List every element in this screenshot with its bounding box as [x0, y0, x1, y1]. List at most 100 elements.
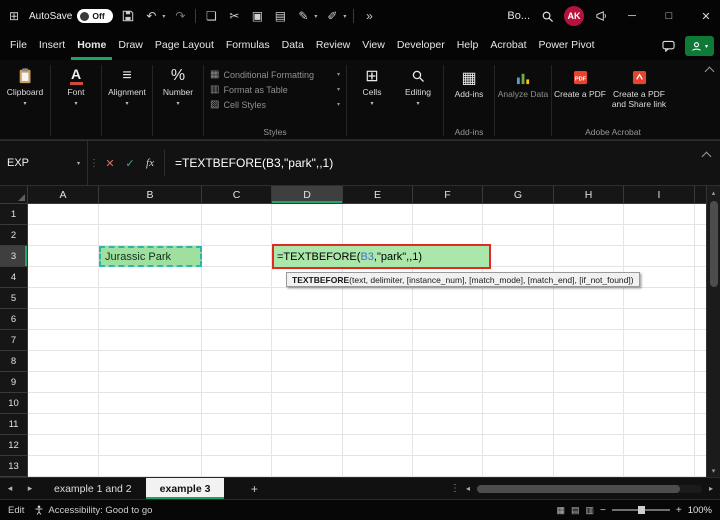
- cell-B6[interactable]: [99, 309, 202, 330]
- row-header-3[interactable]: 3: [0, 246, 28, 267]
- cell-B4[interactable]: [99, 267, 202, 288]
- cell-H9[interactable]: [554, 372, 624, 393]
- pen-icon[interactable]: ✎: [295, 9, 311, 23]
- cell-C7[interactable]: [202, 330, 272, 351]
- cell-B11[interactable]: [99, 414, 202, 435]
- formula-bar-grip-icon[interactable]: ⋮: [88, 158, 100, 169]
- cell-G10[interactable]: [483, 393, 554, 414]
- cell-C11[interactable]: [202, 414, 272, 435]
- cell-H1[interactable]: [554, 204, 624, 225]
- cell-H13[interactable]: [554, 456, 624, 477]
- zoom-slider[interactable]: [611, 506, 670, 514]
- cell-G12[interactable]: [483, 435, 554, 456]
- cell-E9[interactable]: [343, 372, 413, 393]
- vertical-scrollbar-thumb[interactable]: [709, 201, 718, 287]
- tab-acrobat[interactable]: Acrobat: [484, 32, 532, 60]
- cell-C10[interactable]: [202, 393, 272, 414]
- cell-A2[interactable]: [28, 225, 99, 246]
- cell-G2[interactable]: [483, 225, 554, 246]
- tab-help[interactable]: Help: [451, 32, 485, 60]
- scroll-up-icon[interactable]: ▴: [712, 186, 716, 199]
- search-icon[interactable]: [539, 10, 555, 23]
- cell-G13[interactable]: [483, 456, 554, 477]
- save-icon[interactable]: [120, 10, 136, 22]
- comments-icon[interactable]: [661, 40, 677, 52]
- zoom-out-icon[interactable]: −: [600, 505, 606, 516]
- cell-C2[interactable]: [202, 225, 272, 246]
- cell-D12[interactable]: [272, 435, 343, 456]
- cell-G5[interactable]: [483, 288, 554, 309]
- cell-B10[interactable]: [99, 393, 202, 414]
- cell-B8[interactable]: [99, 351, 202, 372]
- copy-icon[interactable]: ❏: [203, 9, 219, 23]
- row-header-5[interactable]: 5: [0, 288, 28, 309]
- row-header-12[interactable]: 12: [0, 435, 28, 456]
- cell-I9[interactable]: [624, 372, 695, 393]
- sheet-nav-right-icon[interactable]: ▸: [20, 478, 40, 499]
- cell-E8[interactable]: [343, 351, 413, 372]
- tab-file[interactable]: File: [4, 32, 33, 60]
- cell-A12[interactable]: [28, 435, 99, 456]
- tab-data[interactable]: Data: [276, 32, 310, 60]
- cell-C9[interactable]: [202, 372, 272, 393]
- cell-F2[interactable]: [413, 225, 483, 246]
- tab-review[interactable]: Review: [310, 32, 356, 60]
- cancel-entry-icon[interactable]: ✕: [100, 157, 120, 170]
- cell-A1[interactable]: [28, 204, 99, 225]
- create-pdf-button[interactable]: PDF Create a PDF: [554, 62, 606, 122]
- tab-home[interactable]: Home: [71, 32, 113, 60]
- cut-icon[interactable]: ✂: [226, 9, 242, 23]
- cell-H3[interactable]: [554, 246, 624, 267]
- row-header-4[interactable]: 4: [0, 267, 28, 288]
- cell-G8[interactable]: [483, 351, 554, 372]
- zoom-slider-thumb[interactable]: [637, 506, 645, 514]
- undo-icon[interactable]: ↶: [143, 9, 159, 23]
- cell-G6[interactable]: [483, 309, 554, 330]
- cell-I7[interactable]: [624, 330, 695, 351]
- cell-E13[interactable]: [343, 456, 413, 477]
- analyze-data-button[interactable]: Analyze Data: [497, 62, 549, 122]
- column-header-D[interactable]: D: [272, 186, 343, 204]
- cell-A10[interactable]: [28, 393, 99, 414]
- row-header-7[interactable]: 7: [0, 330, 28, 351]
- redo-icon[interactable]: ↷: [172, 9, 188, 23]
- row-header-6[interactable]: 6: [0, 309, 28, 330]
- vertical-scrollbar[interactable]: ▴ ▾: [706, 186, 720, 477]
- formula-input[interactable]: =TEXTBEFORE(B3,"park",,1): [169, 156, 703, 170]
- cell-D11[interactable]: [272, 414, 343, 435]
- cell-H12[interactable]: [554, 435, 624, 456]
- cell-D6[interactable]: [272, 309, 343, 330]
- cell-E11[interactable]: [343, 414, 413, 435]
- cell-H11[interactable]: [554, 414, 624, 435]
- cell-F9[interactable]: [413, 372, 483, 393]
- cell-E12[interactable]: [343, 435, 413, 456]
- row-header-1[interactable]: 1: [0, 204, 28, 225]
- name-box[interactable]: EXP ▾: [0, 141, 88, 185]
- cell-A6[interactable]: [28, 309, 99, 330]
- zoom-in-icon[interactable]: +: [676, 505, 682, 516]
- hscroll-left-icon[interactable]: ◂: [462, 484, 474, 493]
- confirm-entry-icon[interactable]: ✓: [120, 157, 140, 170]
- horizontal-scrollbar[interactable]: ◂ ▸: [462, 478, 720, 499]
- cell-D13[interactable]: [272, 456, 343, 477]
- cell-E10[interactable]: [343, 393, 413, 414]
- accessibility-status[interactable]: Accessibility: Good to go: [34, 505, 152, 516]
- cell-B9[interactable]: [99, 372, 202, 393]
- cell-C3[interactable]: [202, 246, 272, 267]
- cell-D5[interactable]: [272, 288, 343, 309]
- cell-F10[interactable]: [413, 393, 483, 414]
- megaphone-icon[interactable]: [593, 10, 609, 22]
- cell-E6[interactable]: [343, 309, 413, 330]
- select-all-corner[interactable]: [0, 186, 28, 204]
- ribbon-collapse-icon[interactable]: [704, 66, 715, 77]
- cell-C1[interactable]: [202, 204, 272, 225]
- cell-D8[interactable]: [272, 351, 343, 372]
- cell-F13[interactable]: [413, 456, 483, 477]
- clipboard-button[interactable]: Clipboard ▾: [2, 62, 48, 122]
- cell-I2[interactable]: [624, 225, 695, 246]
- share-button[interactable]: ▾: [684, 36, 714, 56]
- cell-H2[interactable]: [554, 225, 624, 246]
- cell-D1[interactable]: [272, 204, 343, 225]
- cell-C4[interactable]: [202, 267, 272, 288]
- cell-H6[interactable]: [554, 309, 624, 330]
